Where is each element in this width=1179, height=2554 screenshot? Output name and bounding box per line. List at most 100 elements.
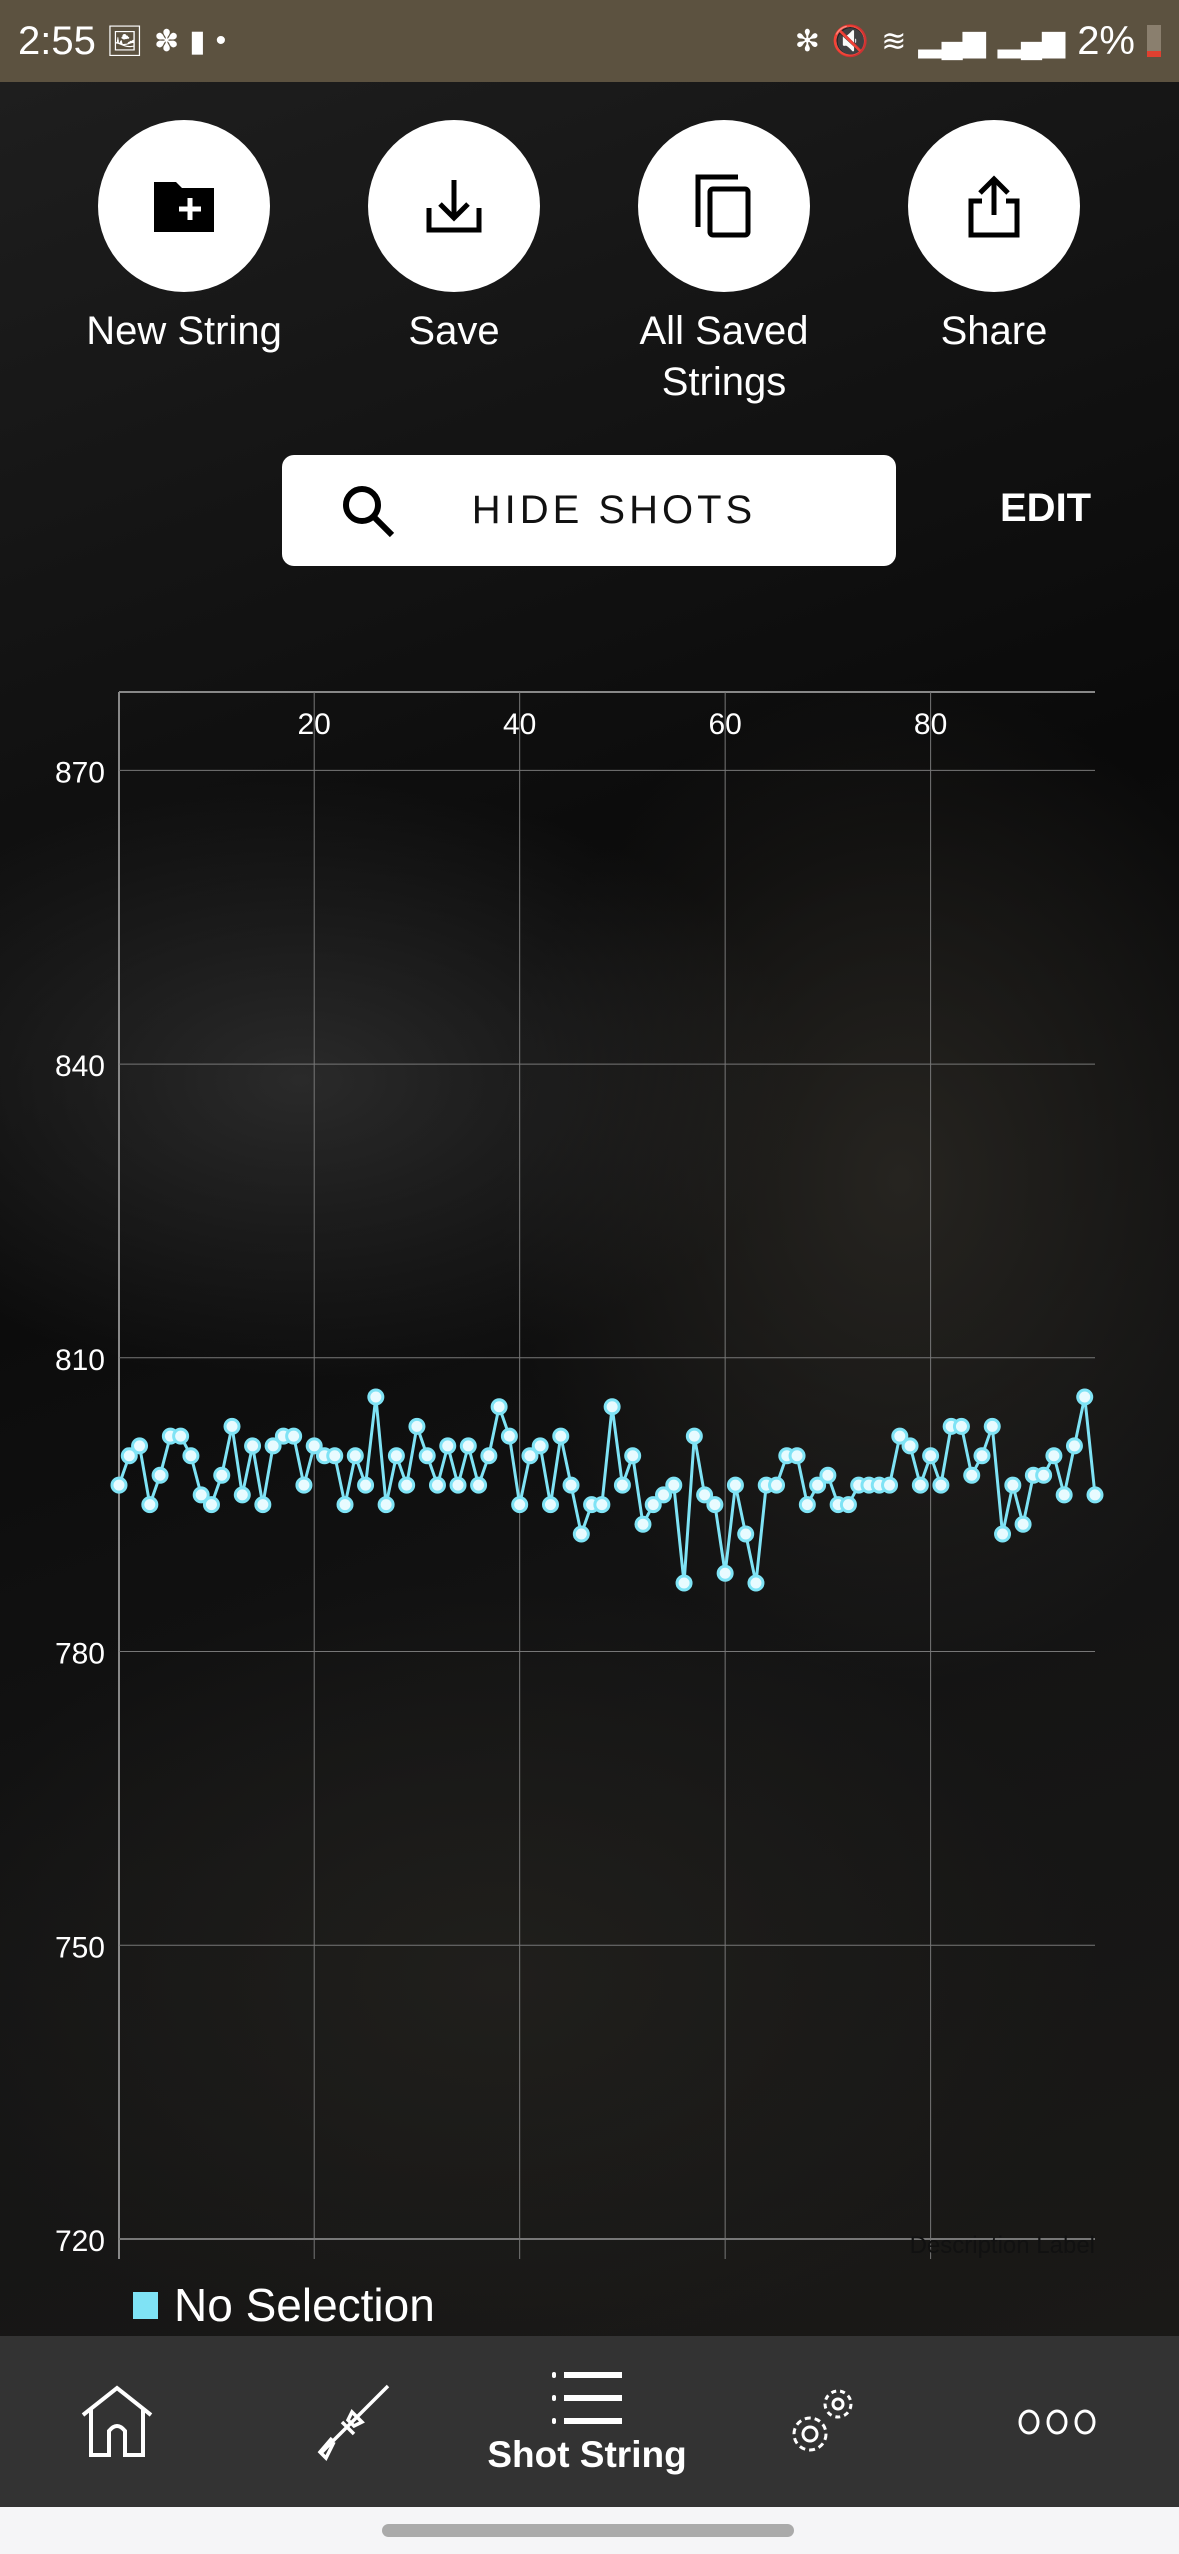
data-point bbox=[326, 1447, 344, 1465]
gesture-bar-area bbox=[0, 2507, 1179, 2554]
share-icon bbox=[908, 120, 1080, 292]
mute-icon: 🔇 bbox=[831, 24, 870, 58]
data-point bbox=[685, 1427, 703, 1445]
data-point bbox=[490, 1398, 508, 1416]
data-point bbox=[613, 1476, 631, 1494]
data-point bbox=[624, 1447, 642, 1465]
data-point bbox=[675, 1574, 693, 1592]
data-point bbox=[202, 1496, 220, 1514]
data-point bbox=[182, 1447, 200, 1465]
data-point bbox=[952, 1417, 970, 1435]
data-point bbox=[449, 1476, 467, 1494]
y-tick-label: 870 bbox=[55, 756, 105, 789]
data-point bbox=[1065, 1437, 1083, 1455]
data-point bbox=[1014, 1515, 1032, 1533]
data-point bbox=[572, 1525, 590, 1543]
nav-home[interactable] bbox=[17, 2336, 217, 2507]
data-point bbox=[747, 1574, 765, 1592]
shot-string-chart[interactable]: 720 750 780 810 840 870 20 40 60 80 Description L… bbox=[0, 680, 1179, 2280]
gears-icon bbox=[792, 2389, 853, 2451]
share-label: Share bbox=[940, 309, 1048, 353]
x-tick-label: 40 bbox=[503, 708, 536, 741]
y-tick-label: 750 bbox=[55, 1931, 105, 1964]
data-point bbox=[459, 1437, 477, 1455]
all-saved-strings-label: All Saved Strings bbox=[639, 309, 809, 404]
all-saved-strings-button[interactable]: All Saved Strings bbox=[594, 120, 854, 408]
data-point bbox=[367, 1388, 385, 1406]
data-point bbox=[418, 1447, 436, 1465]
data-point bbox=[223, 1417, 241, 1435]
bluetooth-icon: ✻ bbox=[794, 24, 820, 58]
battery-percent: 2% bbox=[1077, 18, 1135, 63]
data-point bbox=[1035, 1466, 1053, 1484]
data-point bbox=[387, 1447, 405, 1465]
new-string-button[interactable]: New String bbox=[54, 120, 314, 357]
y-tick-label: 810 bbox=[55, 1344, 105, 1377]
data-point bbox=[428, 1476, 446, 1494]
data-point bbox=[1055, 1486, 1073, 1504]
nav-shot-string-label: Shot String bbox=[487, 2433, 687, 2475]
data-point bbox=[244, 1437, 262, 1455]
data-point bbox=[233, 1486, 251, 1504]
save-label: Save bbox=[408, 309, 500, 353]
x-tick-label: 80 bbox=[914, 708, 947, 741]
data-point bbox=[983, 1417, 1001, 1435]
x-tick-label: 20 bbox=[298, 708, 331, 741]
wifi-icon: ≋ bbox=[881, 24, 907, 58]
data-point bbox=[172, 1427, 190, 1445]
data-point bbox=[480, 1447, 498, 1465]
data-point bbox=[788, 1447, 806, 1465]
nav-settings[interactable] bbox=[722, 2336, 922, 2507]
x-tick-label: 60 bbox=[708, 708, 741, 741]
data-point bbox=[737, 1525, 755, 1543]
data-point bbox=[531, 1437, 549, 1455]
data-point bbox=[634, 1515, 652, 1533]
data-point bbox=[1086, 1486, 1104, 1504]
data-point bbox=[336, 1496, 354, 1514]
data-point bbox=[141, 1496, 159, 1514]
data-point bbox=[726, 1476, 744, 1494]
nav-shot-string[interactable]: Shot String bbox=[487, 2336, 687, 2507]
data-point bbox=[552, 1427, 570, 1445]
description-label: Description Label bbox=[910, 2232, 1095, 2259]
data-point bbox=[901, 1437, 919, 1455]
status-time: 2:55 bbox=[18, 18, 96, 63]
more-icon bbox=[1018, 2409, 1096, 2434]
data-point bbox=[254, 1496, 272, 1514]
data-point bbox=[346, 1447, 364, 1465]
save-button[interactable]: Save bbox=[324, 120, 584, 357]
copy-icon bbox=[638, 120, 810, 292]
list-icon bbox=[552, 2371, 622, 2424]
hide-shots-button[interactable]: HIDE SHOTS bbox=[282, 455, 896, 566]
data-point bbox=[295, 1476, 313, 1494]
download-icon bbox=[368, 120, 540, 292]
nav-rifle[interactable] bbox=[252, 2336, 452, 2507]
data-point bbox=[285, 1427, 303, 1445]
home-icon bbox=[81, 2384, 153, 2457]
signal-icon: ▂▄▆ bbox=[997, 24, 1066, 58]
chart-grid bbox=[118, 691, 1095, 2259]
status-bar: 2:55 🖼 ✽ ▮ • ✻ 🔇 ≋ ▂▄▆ ▂▄▆ 2% bbox=[0, 0, 1179, 82]
data-point bbox=[881, 1476, 899, 1494]
data-point bbox=[768, 1476, 786, 1494]
data-point bbox=[922, 1447, 940, 1465]
data-point bbox=[973, 1447, 991, 1465]
data-point bbox=[819, 1466, 837, 1484]
rifle-icon bbox=[317, 2384, 390, 2461]
y-tick-label: 840 bbox=[55, 1050, 105, 1083]
gallery-icon: 🖼 bbox=[105, 24, 144, 58]
data-point bbox=[593, 1496, 611, 1514]
share-button[interactable]: Share bbox=[864, 120, 1124, 357]
data-point bbox=[213, 1466, 231, 1484]
data-point bbox=[151, 1466, 169, 1484]
data-point bbox=[500, 1427, 518, 1445]
data-point bbox=[1045, 1447, 1063, 1465]
data-point bbox=[716, 1564, 734, 1582]
bottom-nav: Shot String bbox=[0, 2336, 1179, 2507]
edit-button[interactable]: EDIT bbox=[1000, 486, 1091, 531]
data-point bbox=[562, 1476, 580, 1494]
data-point bbox=[706, 1496, 724, 1514]
nav-more[interactable] bbox=[957, 2336, 1157, 2507]
signal-icon: ▂▄▆ bbox=[918, 24, 986, 58]
home-indicator[interactable] bbox=[382, 2524, 794, 2537]
